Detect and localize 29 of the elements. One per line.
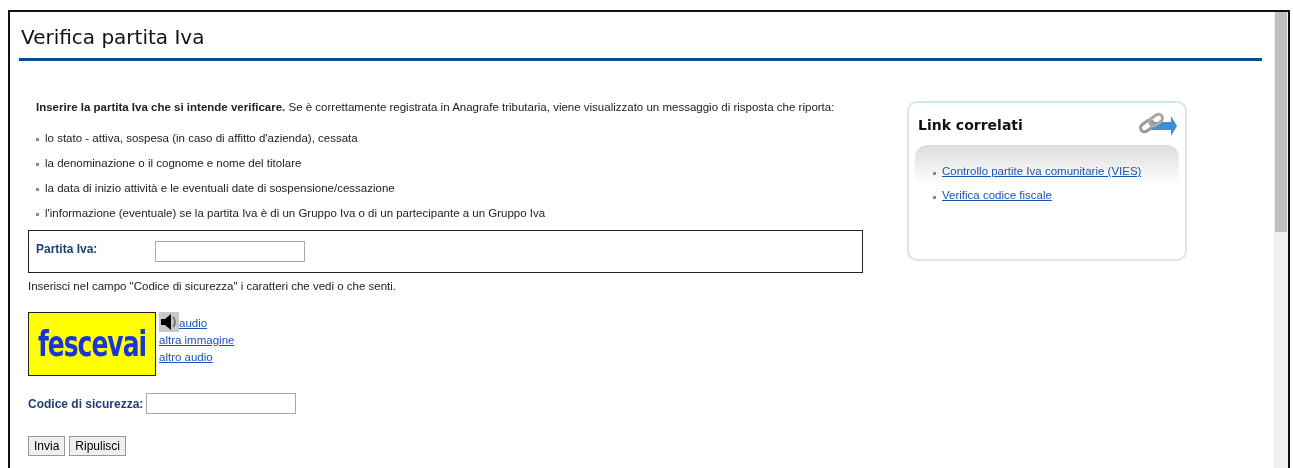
link[interactable]: Controllo partite Iva comunitarie (VIES) (942, 165, 1142, 177)
scrollbar-thumb[interactable] (1275, 12, 1287, 232)
bullet-icon (933, 171, 936, 175)
bullet-icon (36, 188, 39, 191)
link[interactable]: altro audio (159, 349, 213, 366)
page-title: Verifica partita Iva (21, 24, 206, 50)
speaker-icon[interactable] (159, 312, 179, 332)
button[interactable]: Ripulisci (69, 436, 127, 456)
field-label: Codice di sicurezza: (28, 396, 144, 411)
button[interactable]: Invia (28, 436, 66, 456)
input-field[interactable] (146, 393, 297, 414)
link[interactable]: altra immagine (159, 332, 235, 349)
detail-text: la denominazione o il cognome e nome del titolare (45, 156, 302, 169)
bullet-icon (36, 138, 39, 141)
link[interactable]: audio (179, 315, 208, 332)
detail-text: la data di inizio attività e le eventuali date di sospensione/cessazione (45, 181, 395, 194)
detail-text: lo stato - attiva, sospesa (in caso di affitto d'azienda), cessata (45, 131, 358, 144)
detail-text: l'informazione (eventuale) se la partita Iva è di un Gruppo Iva o di un partecipante a un Gruppo Iva (45, 206, 546, 219)
bullet-icon (36, 213, 39, 216)
hint-text: Inserisci nel campo "Codice di sicurezza" i caratteri che vedi o che senti. (28, 279, 398, 294)
input-field[interactable] (155, 241, 305, 262)
panel-title: Link correlati (918, 117, 1023, 133)
bullet-icon (933, 195, 936, 199)
intro-text: Inserire la partita Iva che si intende verificare. Se è correttamente registrata in Anagrafe tributaria, viene visualizzato un messaggio di risposta che riporta: (36, 100, 836, 115)
field-label: Partita Iva: (36, 241, 99, 256)
scrollbar[interactable] (1274, 12, 1288, 468)
bullet-icon (36, 163, 39, 166)
link[interactable]: Verifica codice fiscale (942, 189, 1052, 201)
captcha-text: fescevai (37, 323, 147, 365)
